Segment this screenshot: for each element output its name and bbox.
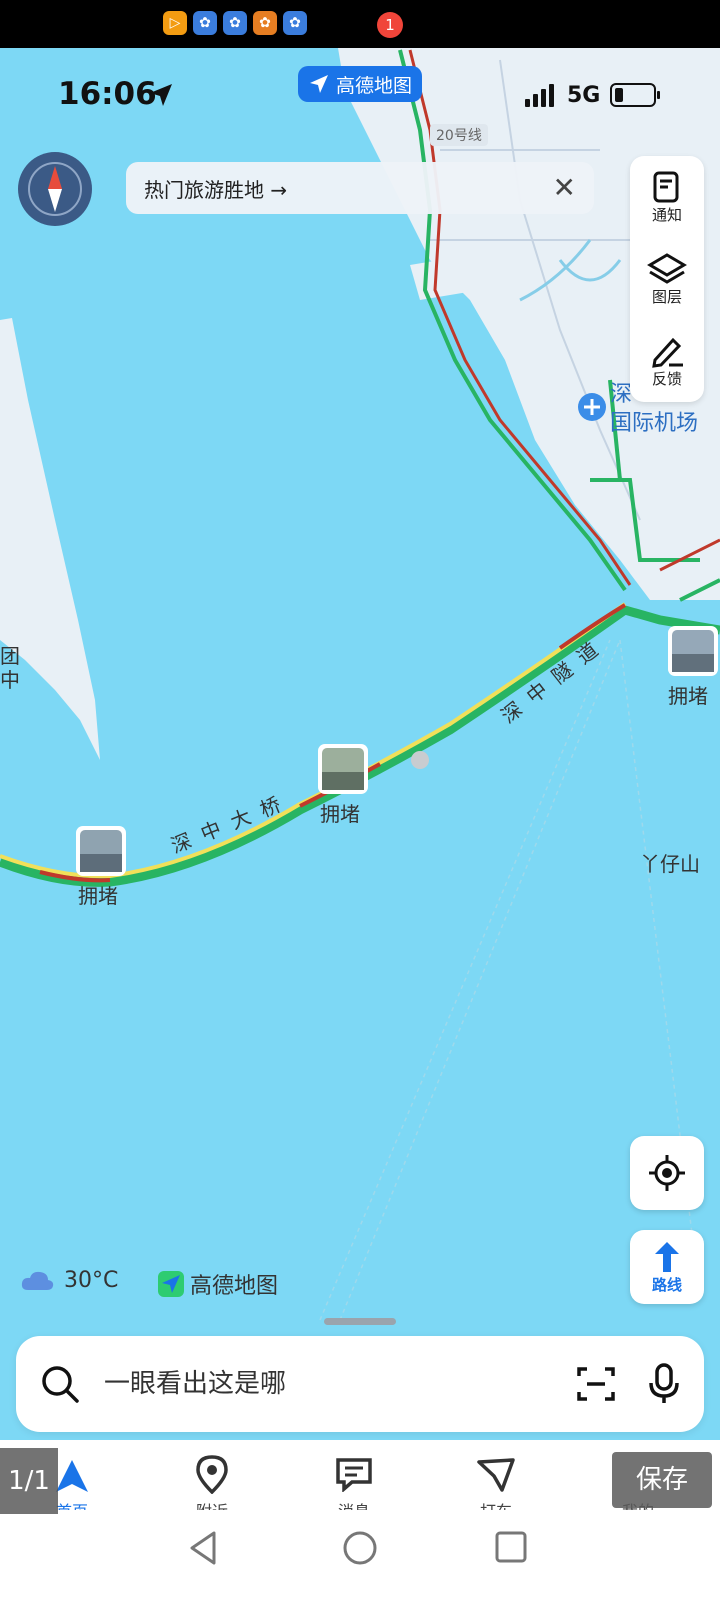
sheet-drag-handle[interactable] (324, 1318, 396, 1325)
left-fragment-2: 中 (0, 668, 20, 692)
cloud-icon (21, 1271, 54, 1290)
locate-crosshair-icon (649, 1155, 685, 1191)
hot-spots-label: 热门旅游胜地 → (144, 177, 288, 202)
amap-watermark-label: 高德地图 (190, 1274, 279, 1299)
network-type: 5G (567, 82, 601, 108)
compass-button[interactable] (18, 152, 92, 226)
layers-label: 图层 (651, 287, 682, 306)
route-arrow-icon (655, 1241, 679, 1272)
system-navigation-bar (0, 1510, 720, 1600)
amap-logo-icon (158, 1271, 184, 1297)
save-image-button[interactable]: 保存 (612, 1452, 712, 1508)
weather-widget[interactable]: 30°C (20, 1268, 118, 1293)
back-icon[interactable] (188, 1530, 218, 1566)
location-arrow-icon (148, 82, 174, 112)
message-icon (336, 1458, 372, 1493)
baidu-paw-icon: ✿ (283, 11, 307, 35)
map-tools-panel: 通知 图层 反馈 (630, 156, 704, 402)
home-circle-icon[interactable] (342, 1530, 378, 1566)
compass-icon (28, 162, 82, 216)
tab-taxi[interactable]: 打车 (446, 1440, 546, 1510)
amap-badge-label: 高德地图 (335, 74, 412, 97)
search-bar[interactable] (16, 1336, 704, 1432)
route-button[interactable]: 路线 (630, 1230, 704, 1304)
feedback-button[interactable]: 反馈 (630, 320, 704, 402)
microphone-icon[interactable] (648, 1363, 680, 1405)
taobao-icon: ✿ (253, 11, 277, 35)
location-pin-icon (196, 1455, 228, 1495)
traffic-camera-1[interactable] (76, 826, 126, 876)
notify-label: 通知 (651, 205, 682, 224)
map-canvas[interactable] (0, 48, 720, 1460)
feedback-pen-icon (652, 337, 683, 368)
search-input[interactable] (102, 1368, 486, 1400)
signal-icon (525, 83, 557, 107)
tab-messages-label: 消息 (304, 1498, 404, 1510)
route-label: 路线 (651, 1275, 682, 1294)
locate-button[interactable] (630, 1136, 704, 1210)
road-label-20: 20号线 (430, 124, 488, 146)
image-page-counter: 1/1 (0, 1448, 58, 1514)
layers-icon (647, 252, 687, 284)
amap-watermark: 高德地图 (158, 1268, 278, 1300)
mountain-label: 丫仔山 (640, 852, 700, 876)
amap-app-badge[interactable]: 高德地图 (298, 66, 422, 102)
status-time: 16:06 (58, 76, 157, 112)
close-icon[interactable]: ✕ (553, 174, 576, 202)
airport-label-line1: 深 (610, 382, 633, 407)
recent-apps-icon[interactable] (494, 1530, 528, 1564)
baidu-paw-icon: ✿ (223, 11, 247, 35)
traffic-camera-3[interactable] (668, 626, 718, 676)
home-nav-icon (56, 1460, 88, 1492)
video-app-icon: ▷ (163, 11, 187, 35)
taxi-arrow-icon (477, 1458, 515, 1492)
feedback-label: 反馈 (651, 369, 682, 388)
message-count-badge: 1 (377, 12, 403, 38)
status-indicators: 5G (525, 80, 661, 110)
traffic-camera-2[interactable] (318, 744, 368, 794)
battery-icon (610, 83, 661, 107)
amap-logo-icon (309, 75, 328, 93)
jam-label-1: 拥堵 (78, 884, 118, 908)
tab-taxi-label: 打车 (446, 1498, 546, 1510)
baidu-paw-icon: ✿ (193, 11, 217, 35)
tab-messages[interactable]: 消息 (304, 1440, 404, 1510)
search-icon (42, 1366, 79, 1403)
jam-label-3: 拥堵 (668, 684, 708, 708)
notification-icon (653, 171, 679, 202)
tab-nearby[interactable]: 附近 (162, 1440, 262, 1510)
airport-label-line2: 国际机场 (610, 411, 699, 436)
jam-label-2: 拥堵 (320, 802, 360, 826)
tab-nearby-label: 附近 (162, 1498, 262, 1510)
scan-icon[interactable] (576, 1364, 616, 1404)
hot-spots-banner[interactable]: 热门旅游胜地 → ✕ (126, 162, 594, 214)
notify-button[interactable]: 通知 (630, 156, 704, 238)
layers-button[interactable]: 图层 (630, 238, 704, 320)
notification-strip: ▷ ✿ ✿ ✿ ✿ (0, 0, 720, 48)
temperature: 30°C (64, 1268, 119, 1293)
